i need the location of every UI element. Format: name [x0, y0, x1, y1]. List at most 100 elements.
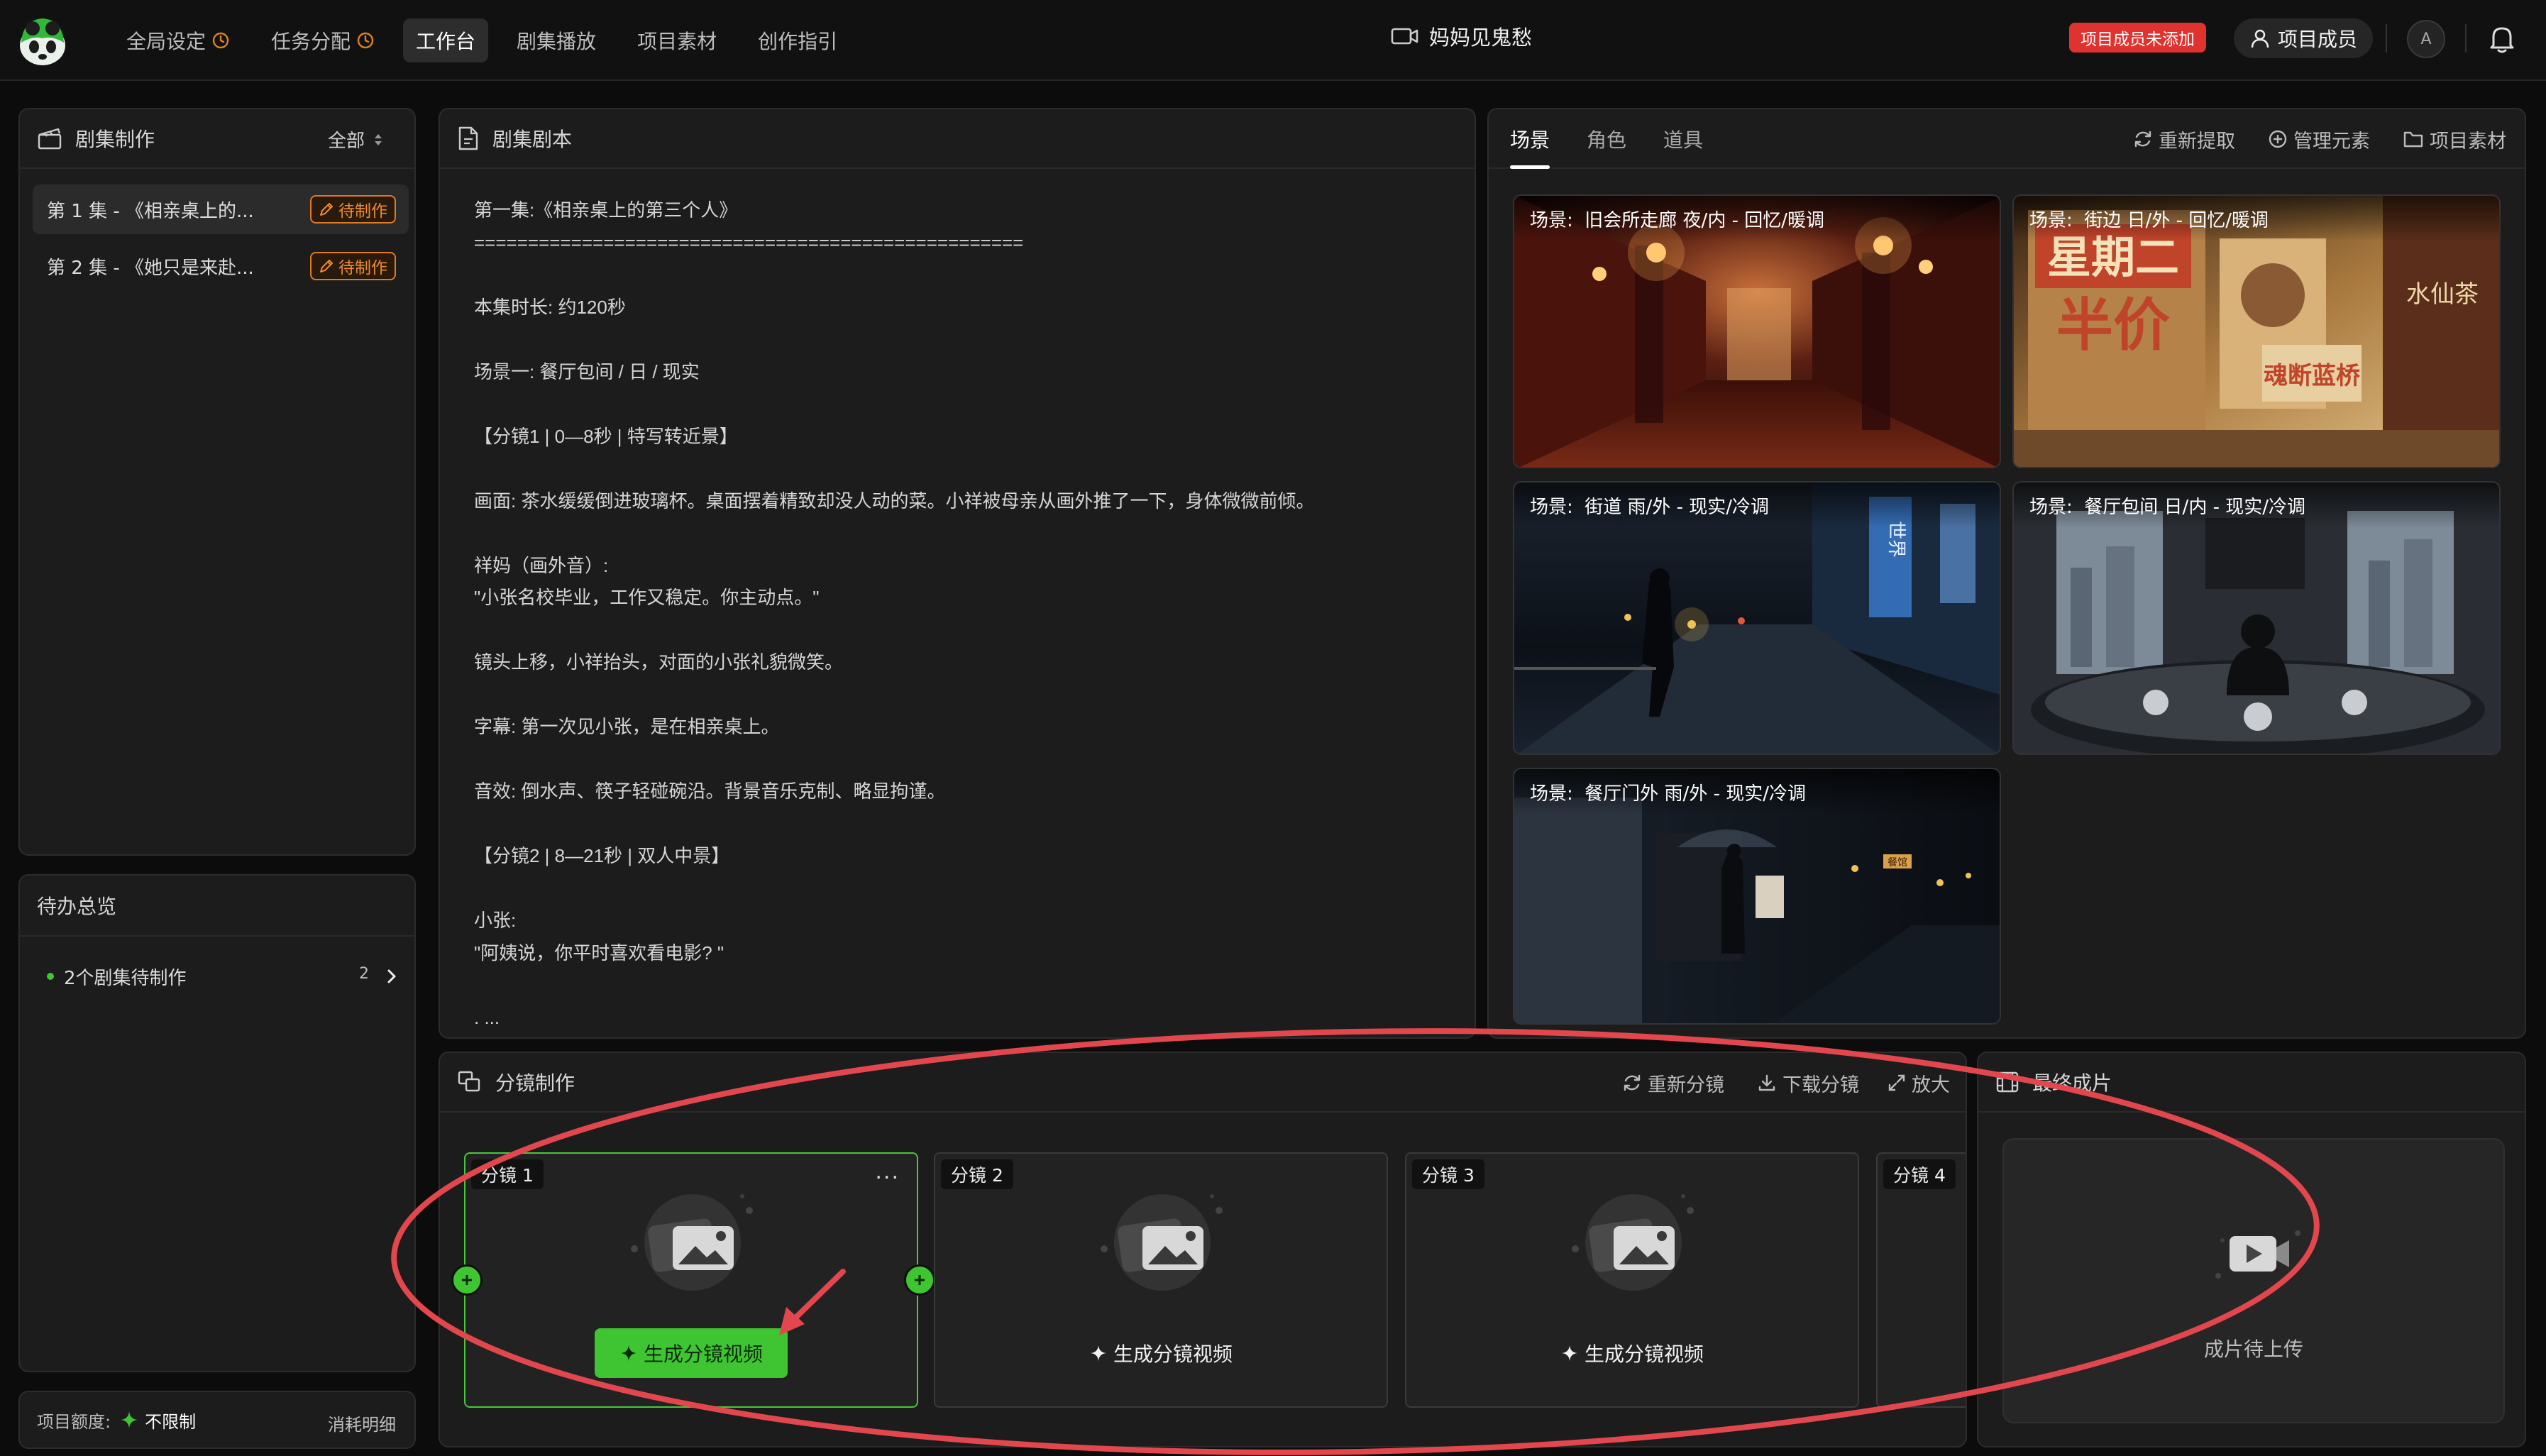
- shop-sign-text: 水仙茶: [2406, 280, 2479, 309]
- more-menu-icon[interactable]: ...: [875, 1159, 900, 1184]
- shot-card-1[interactable]: 分镜 1 ... 生成分镜视频: [464, 1152, 918, 1408]
- todo-panel-title: 待办总览: [37, 895, 117, 918]
- upload-placeholder-text: 成片待上传: [2203, 1338, 2303, 1361]
- scene-label: 场景: 旧会所走廊 夜/内 - 回忆/暖调: [1514, 196, 2000, 241]
- tab-scenes[interactable]: 场景: [1510, 109, 1550, 169]
- sparkle-icon: [1090, 1345, 1107, 1362]
- tab-characters[interactable]: 角色: [1587, 109, 1626, 169]
- poster-text: 半价: [2056, 292, 2170, 358]
- final-video-upload-area[interactable]: 成片待上传: [2002, 1138, 2505, 1423]
- shot-label: 分镜 3: [1412, 1159, 1484, 1189]
- bell-icon[interactable]: [2488, 23, 2516, 54]
- re-extract-button[interactable]: 重新提取: [2133, 126, 2235, 153]
- project-title: 妈妈见鬼愁: [1391, 21, 1532, 51]
- scene-label: 场景: 街道 雨/外 - 现实/冷调: [1514, 482, 2000, 528]
- sign-text: 餐馆: [1888, 857, 1907, 868]
- pen-icon: [320, 260, 333, 272]
- asset-actions: 重新提取 管理元素 项目素材: [2100, 109, 2506, 169]
- avatar[interactable]: A: [2407, 20, 2445, 58]
- episode-item-2[interactable]: 第 2 集 - 《她只是来赴... 待制作: [33, 241, 409, 291]
- video-placeholder-icon: [2215, 1230, 2300, 1279]
- top-bar: 全局设定 任务分配 工作台 剧集播放 项目素材 创作指引 妈妈见鬼愁 项目成员未…: [0, 0, 2546, 81]
- scene-card[interactable]: 场景: 餐厅包间 日/内 - 现实/冷调: [2012, 481, 2501, 755]
- tab-props[interactable]: 道具: [1663, 109, 1703, 169]
- shot-card-4[interactable]: 分镜 4: [1876, 1152, 1966, 1408]
- script-panel-header: 剧集剧本: [440, 109, 1475, 169]
- scene-label: 场景: 街边 日/外 - 回忆/暖调: [2014, 196, 2499, 241]
- re-storyboard-button[interactable]: 重新分镜: [1622, 1069, 1724, 1097]
- episodes-panel-title: 剧集制作: [75, 128, 155, 151]
- insert-shot-after-button[interactable]: [904, 1264, 935, 1296]
- chevron-right-icon: [387, 969, 396, 983]
- nav-creation-guide[interactable]: 创作指引: [745, 18, 850, 62]
- nav-project-assets[interactable]: 项目素材: [624, 18, 729, 62]
- sparkle-icon: [1561, 1345, 1578, 1362]
- scene-card[interactable]: 世界 场景: 街道 雨/外 - 现实/冷调: [1513, 481, 2001, 755]
- status-badge: 待制作: [310, 195, 396, 224]
- storyboard-panel: 分镜制作 重新分镜 下载分镜 放大 分镜 1 ... 生成分镜视频 分镜 2 生…: [439, 1052, 1967, 1447]
- nav-global-settings[interactable]: 全局设定: [114, 18, 243, 62]
- shot-card-3[interactable]: 分镜 3 生成分镜视频: [1405, 1152, 1859, 1408]
- episode-item-1[interactable]: 第 1 集 - 《相亲桌上的... 待制作: [33, 184, 409, 234]
- generate-shot-video-button[interactable]: 生成分镜视频: [1063, 1328, 1259, 1378]
- storyboard-actions: 重新分镜 下载分镜 放大: [1622, 1053, 1950, 1113]
- divider: [2386, 24, 2387, 53]
- refresh-icon: [1624, 1074, 1641, 1091]
- sort-arrows-icon: [375, 133, 382, 145]
- refresh-icon: [2134, 131, 2151, 148]
- clock-icon: [357, 32, 374, 49]
- pen-icon: [320, 203, 333, 216]
- generate-shot-video-button[interactable]: 生成分镜视频: [595, 1328, 788, 1378]
- document-icon: [458, 126, 478, 150]
- episodes-panel-header: 剧集制作 全部: [20, 109, 414, 169]
- assets-panel: 场景 角色 道具 重新提取 管理元素 项目素材 场景: 旧会所走廊 夜/内 - …: [1487, 108, 2526, 1039]
- download-storyboard-button[interactable]: 下载分镜: [1757, 1069, 1859, 1097]
- clapperboard-icon: [38, 128, 62, 150]
- nav-workbench[interactable]: 工作台: [403, 18, 489, 62]
- episodes-panel: 剧集制作 全部 第 1 集 - 《相亲桌上的... 待制作 第 2 集 - 《她…: [18, 108, 416, 856]
- nav-episode-playback[interactable]: 剧集播放: [504, 18, 609, 62]
- poster-text: 魂断蓝桥: [2264, 362, 2360, 390]
- clock-icon: [212, 32, 229, 49]
- plus-circle-icon: [2269, 130, 2287, 148]
- project-members-button[interactable]: 项目成员: [2234, 18, 2374, 58]
- todo-panel: 待办总览 2个剧集待制作 2: [18, 874, 416, 1372]
- plus-icon: [915, 1275, 925, 1285]
- final-video-panel-header: 最终成片: [1978, 1053, 2525, 1113]
- insert-shot-before-button[interactable]: [451, 1264, 483, 1296]
- project-assets-button[interactable]: 项目素材: [2403, 126, 2506, 153]
- usage-detail-link[interactable]: 消耗明细: [328, 1411, 396, 1435]
- shot-label: 分镜 2: [941, 1159, 1013, 1189]
- expand-button[interactable]: 放大: [1888, 1069, 1950, 1097]
- todo-count: 2: [359, 965, 369, 983]
- expand-icon: [1888, 1074, 1905, 1091]
- scene-label: 场景: 餐厅包间 日/内 - 现实/冷调: [2014, 482, 2499, 528]
- user-icon: [2251, 29, 2269, 48]
- plus-icon: [462, 1275, 472, 1285]
- storyboard-panel-header: 分镜制作 重新分镜 下载分镜 放大: [440, 1053, 1966, 1113]
- generate-shot-video-button[interactable]: 生成分镜视频: [1534, 1328, 1730, 1378]
- status-badge: 待制作: [310, 252, 396, 280]
- status-dot: [47, 973, 54, 980]
- episode-filter-select[interactable]: 全部: [328, 126, 396, 153]
- script-panel: 剧集剧本 第一集:《相亲桌上的第三个人》 ===================…: [439, 108, 1476, 1039]
- shot-label: 分镜 4: [1883, 1159, 1956, 1189]
- scene-card[interactable]: 星期二 半价 魂断蓝桥 水仙茶 场景: 街边 日/外 - 回忆/暖调: [2012, 194, 2501, 468]
- app-logo-icon[interactable]: [16, 14, 70, 68]
- scene-card[interactable]: 餐馆 场景: 餐厅门外 雨/外 - 现实/冷调: [1513, 768, 2001, 1025]
- todo-item[interactable]: 2个剧集待制作 2: [37, 959, 399, 993]
- video-camera-icon: [1391, 28, 1418, 45]
- download-icon: [1758, 1074, 1775, 1091]
- shot-card-2[interactable]: 分镜 2 生成分镜视频: [934, 1152, 1388, 1408]
- members-missing-tag: 项目成员未添加: [2069, 23, 2206, 53]
- scene-label: 场景: 餐厅门外 雨/外 - 现实/冷调: [1514, 769, 2000, 815]
- divider: [2465, 24, 2467, 53]
- final-video-panel-title: 最终成片: [2032, 1071, 2112, 1095]
- scene-card[interactable]: 场景: 旧会所走廊 夜/内 - 回忆/暖调: [1513, 194, 2001, 468]
- storyboard-icon: [458, 1071, 480, 1092]
- film-icon: [1996, 1071, 2019, 1093]
- nav-task-assignment[interactable]: 任务分配: [258, 18, 387, 62]
- image-placeholder-icon: [1572, 1194, 1694, 1291]
- manage-elements-button[interactable]: 管理元素: [2268, 126, 2370, 153]
- script-text[interactable]: 第一集:《相亲桌上的第三个人》 ========================…: [474, 194, 1396, 1034]
